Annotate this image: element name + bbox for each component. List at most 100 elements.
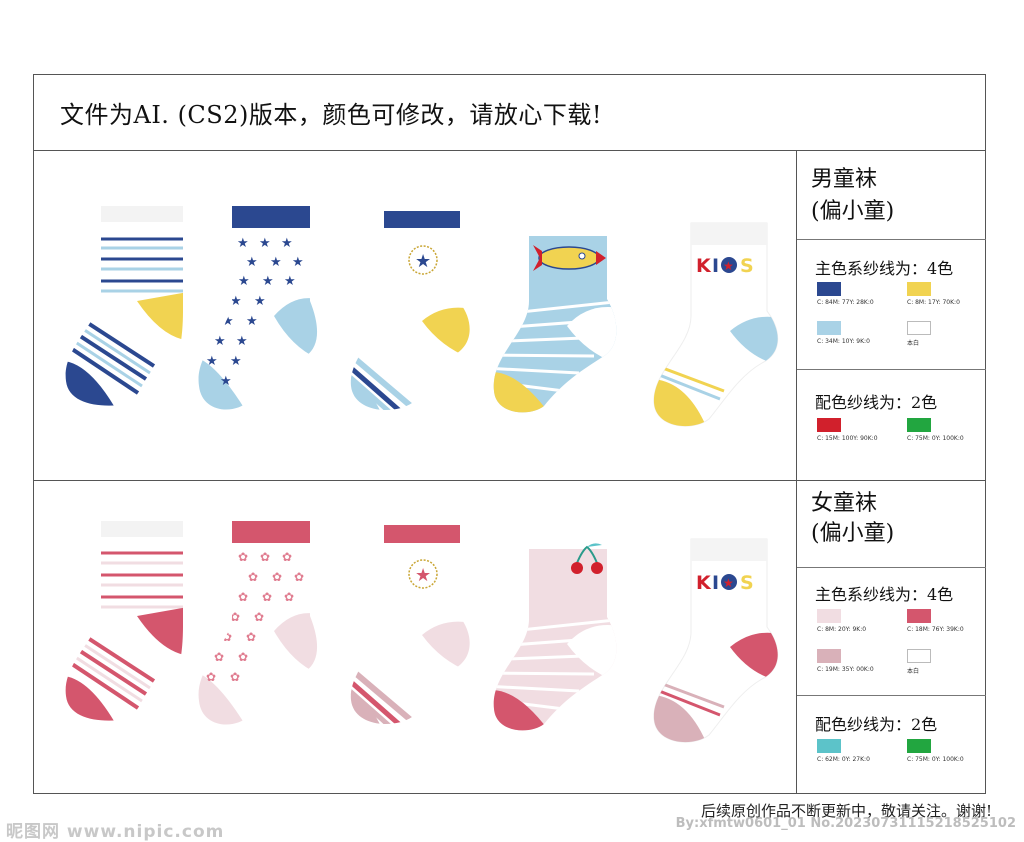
svg-text:★: ★ [246,314,258,329]
girls-main-yarn-title: 主色系纱线为：4色 [815,585,954,604]
boys-title: 男童袜 [811,167,878,192]
girls-sock-3: ★ [350,525,470,725]
svg-text:★: ★ [246,255,258,270]
boys-sock-2: ★ ★ ★ ★ ★ ★ ★ ★ ★ ★ ★ ★ ★ ★ ★ ★ ★ ★ [198,206,318,410]
svg-text:★: ★ [292,255,304,270]
boys-main-yarn-title: 主色系纱线为：4色 [815,259,954,278]
svg-text:✿: ✿ [294,570,304,584]
svg-text:✿: ✿ [260,550,270,564]
svg-text:✿: ✿ [238,550,248,564]
svg-text:I: I [712,255,719,277]
svg-text:★: ★ [230,294,242,309]
girls-swatch-dusty-pink [817,649,841,663]
design-sheet: 文件为AI. (CS2)版本，颜色可修改，请放心下载! ★ ★ ★ ★ ★ ★ … [33,74,986,794]
svg-text:✿: ✿ [248,570,258,584]
boys-row: ★ ★ ★ ★ ★ ★ ★ ★ ★ ★ ★ ★ ★ ★ ★ ★ ★ ★ ★ K … [34,151,986,481]
girls-subtitle: (偏小童) [811,521,895,546]
boys-swatch-label: C: 84M: 77Y: 28K:0 [817,299,874,306]
svg-text:★: ★ [206,354,218,369]
girls-swatch-label: C: 18M: 76Y: 39K:0 [907,626,964,633]
svg-text:★: ★ [222,314,234,329]
svg-text:✿: ✿ [246,630,256,644]
svg-text:★: ★ [270,255,282,270]
boys-swatch-light-blue [817,321,841,335]
svg-text:★: ★ [214,334,226,349]
divider [797,695,986,696]
watermark-right: By:xfmtw0601_01 No.20230731115218525102 [675,816,1016,831]
boys-sock-4 [493,211,617,413]
girls-accent-yarn-title: 配色纱线为：2色 [815,715,938,734]
boys-swatch-navy [817,282,841,296]
girls-sock-2: ✿ ✿ ✿ ✿ ✿ ✿ ✿ ✿ ✿ ✿ ✿ ✿ ✿ ✿ ✿ ✿ ✿ [198,521,318,725]
girls-swatch-light-pink [817,609,841,623]
svg-text:★: ★ [259,236,271,251]
girls-sock-gallery: ✿ ✿ ✿ ✿ ✿ ✿ ✿ ✿ ✿ ✿ ✿ ✿ ✿ ✿ ✿ ✿ ✿ ★ K I … [34,481,796,793]
svg-text:★: ★ [415,251,431,272]
girls-accent-swatch-green [907,739,931,753]
svg-text:✿: ✿ [262,590,272,604]
svg-text:✿: ✿ [254,610,264,624]
boys-swatch-label: C: 34M: 10Y: 9K:0 [817,338,870,345]
svg-text:★: ★ [723,259,734,273]
svg-text:★: ★ [236,334,248,349]
girls-swatch-white [907,649,931,663]
svg-text:★: ★ [284,274,296,289]
girls-sock-5: K I S ★ [653,538,779,743]
girls-accent-label: C: 75M: 0Y: 100K:0 [907,756,964,763]
divider [797,239,986,240]
svg-text:✿: ✿ [214,650,224,664]
svg-text:✿: ✿ [282,550,292,564]
girls-swatch-rose [907,609,931,623]
boys-swatch-white [907,321,931,335]
svg-text:★: ★ [262,274,274,289]
svg-text:✿: ✿ [222,630,232,644]
boys-sock-1 [65,206,183,406]
girls-swatch-label: C: 8M: 20Y: 9K:0 [817,626,867,633]
boys-swatch-label: 本白 [907,340,920,347]
svg-text:I: I [712,572,719,594]
girls-swatch-label: 本白 [907,668,920,675]
divider [797,369,986,370]
svg-text:★: ★ [238,274,250,289]
boys-accent-swatch-red [817,418,841,432]
girls-row: ✿ ✿ ✿ ✿ ✿ ✿ ✿ ✿ ✿ ✿ ✿ ✿ ✿ ✿ ✿ ✿ ✿ ★ K I … [34,481,986,793]
girls-accent-label: C: 62M: 0Y: 27K:0 [817,756,870,763]
boys-accent-label: C: 15M: 100Y: 90K:0 [817,435,878,442]
girls-spec-panel: 女童袜 (偏小童) 主色系纱线为：4色 C: 8M: 20Y: 9K:0 C: … [796,481,986,793]
header: 文件为AI. (CS2)版本，颜色可修改，请放心下载! [34,75,985,151]
divider [797,567,986,568]
boys-accent-yarn-title: 配色纱线为：2色 [815,393,938,412]
svg-text:S: S [740,572,754,594]
boys-swatch-yellow [907,282,931,296]
svg-text:S: S [740,255,754,277]
svg-text:★: ★ [415,565,431,586]
boys-spec-panel: 男童袜 (偏小童) 主色系纱线为：4色 C: 84M: 77Y: 28K:0 C… [796,151,986,480]
girls-sock-4 [493,529,617,731]
svg-text:✿: ✿ [230,610,240,624]
svg-text:★: ★ [237,236,249,251]
girls-accent-swatch-teal [817,739,841,753]
boys-sock-3: ★ [350,211,470,411]
svg-text:✿: ✿ [238,590,248,604]
svg-text:✿: ✿ [284,590,294,604]
boys-accent-label: C: 75M: 0Y: 100K:0 [907,435,964,442]
boys-accent-swatch-green [907,418,931,432]
page-title: 文件为AI. (CS2)版本，颜色可修改，请放心下载! [60,101,603,129]
boys-swatch-label: C: 8M: 17Y: 70K:0 [907,299,960,306]
svg-text:★: ★ [220,374,232,389]
svg-text:✿: ✿ [230,670,240,684]
svg-text:✿: ✿ [272,570,282,584]
girls-title: 女童袜 [811,491,878,516]
boys-sock-5: K I S ★ [653,222,779,427]
svg-text:★: ★ [230,354,242,369]
boys-subtitle: (偏小童) [811,199,895,224]
svg-text:★: ★ [254,294,266,309]
girls-swatch-label: C: 19M: 35Y: 00K:0 [817,666,874,673]
svg-text:★: ★ [723,576,734,590]
svg-text:K: K [696,572,712,594]
boys-sock-gallery: ★ ★ ★ ★ ★ ★ ★ ★ ★ ★ ★ ★ ★ ★ ★ ★ ★ ★ ★ K … [34,151,796,480]
svg-text:K: K [696,255,712,277]
svg-text:★: ★ [281,236,293,251]
girls-sock-1 [65,521,183,721]
watermark-left: 昵图网 www.nipic.com [6,822,225,842]
